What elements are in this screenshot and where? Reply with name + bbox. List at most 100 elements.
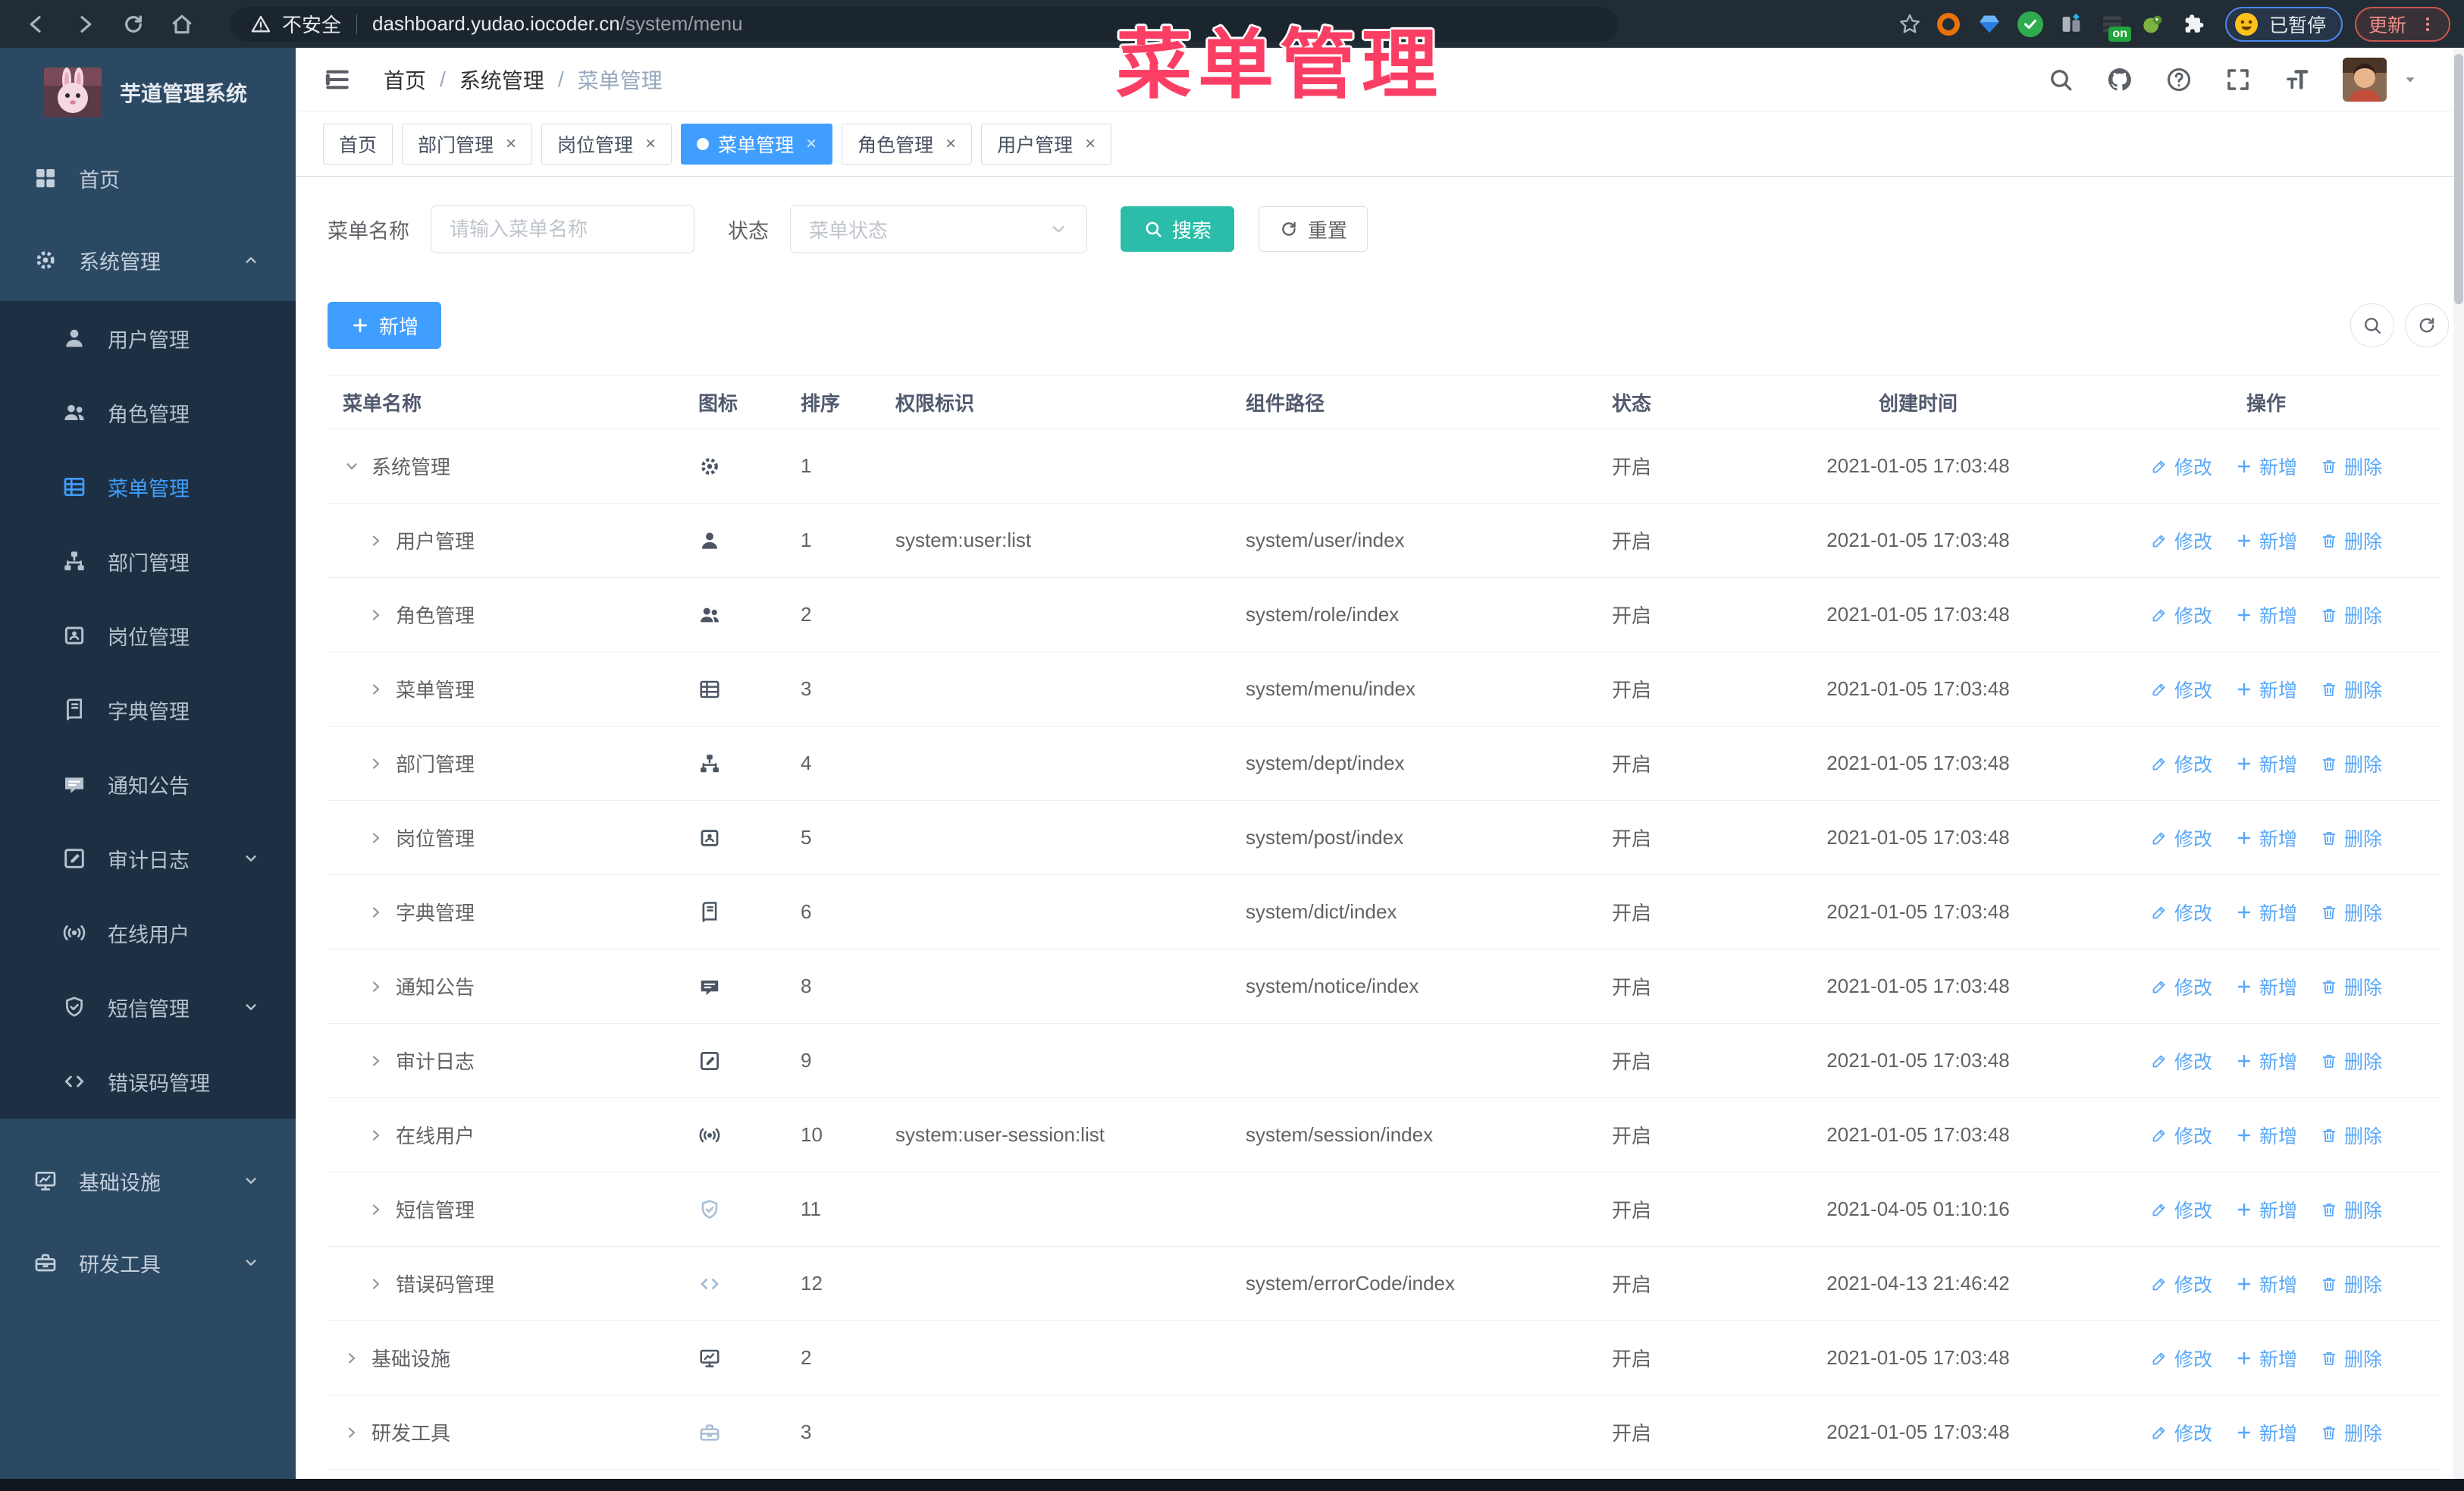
expand-row-icon[interactable] <box>343 1424 361 1442</box>
close-tab-icon[interactable]: × <box>1085 133 1096 155</box>
delete-link[interactable]: 删除 <box>2320 899 2382 926</box>
add-link[interactable]: 新增 <box>2235 1270 2297 1298</box>
sidebar-item-角色管理[interactable]: 角色管理 <box>0 375 296 450</box>
add-link[interactable]: 新增 <box>2235 824 2297 852</box>
add-button[interactable]: 新增 <box>328 302 442 349</box>
add-link[interactable]: 新增 <box>2235 899 2297 926</box>
help-icon[interactable] <box>2165 66 2193 93</box>
expand-row-icon[interactable] <box>367 829 385 847</box>
add-link[interactable]: 新增 <box>2235 750 2297 777</box>
browser-back-icon[interactable] <box>24 12 49 36</box>
close-tab-icon[interactable]: × <box>806 133 817 155</box>
delete-link[interactable]: 删除 <box>2320 1270 2382 1298</box>
expand-row-icon[interactable] <box>343 1349 361 1367</box>
add-link[interactable]: 新增 <box>2235 1345 2297 1372</box>
edit-link[interactable]: 修改 <box>2150 750 2212 777</box>
kebab-menu-icon[interactable] <box>2419 15 2437 33</box>
vertical-scrollbar[interactable] <box>2453 48 2464 1479</box>
tab-用户管理[interactable]: 用户管理 × <box>981 123 1112 165</box>
avatar-caret-down-icon[interactable] <box>2402 71 2419 88</box>
delete-link[interactable]: 删除 <box>2320 824 2382 852</box>
edit-link[interactable]: 修改 <box>2150 1345 2212 1372</box>
add-link[interactable]: 新增 <box>2235 601 2297 629</box>
edit-link[interactable]: 修改 <box>2150 1196 2212 1223</box>
sidebar-item-研发工具[interactable]: 研发工具 <box>0 1222 296 1304</box>
delete-link[interactable]: 删除 <box>2320 527 2382 554</box>
add-link[interactable]: 新增 <box>2235 1122 2297 1149</box>
extension-green-creature-icon[interactable] <box>2139 10 2168 39</box>
sidebar-item-岗位管理[interactable]: 岗位管理 <box>0 598 296 673</box>
header-search-icon[interactable] <box>2047 66 2074 93</box>
search-button[interactable]: 搜索 <box>1121 206 1235 252</box>
breadcrumb-item[interactable]: 系统管理 <box>459 64 544 95</box>
sidebar-item-基础设施[interactable]: 基础设施 <box>0 1140 296 1222</box>
browser-update-button[interactable]: 更新 <box>2354 6 2450 42</box>
browser-home-icon[interactable] <box>170 12 194 36</box>
edit-link[interactable]: 修改 <box>2150 899 2212 926</box>
sidebar-item-短信管理[interactable]: 短信管理 <box>0 970 296 1044</box>
browser-profile-chip[interactable]: 已暂停 <box>2224 6 2343 42</box>
edit-link[interactable]: 修改 <box>2150 1270 2212 1298</box>
tab-首页[interactable]: 首页 <box>323 123 393 165</box>
sidebar-item-错误码管理[interactable]: 错误码管理 <box>0 1044 296 1119</box>
user-avatar[interactable] <box>2343 57 2387 102</box>
tab-角色管理[interactable]: 角色管理 × <box>842 123 973 165</box>
delete-link[interactable]: 删除 <box>2320 750 2382 777</box>
security-label[interactable]: 不安全 <box>282 10 341 38</box>
expand-row-icon[interactable] <box>367 755 385 773</box>
delete-link[interactable]: 删除 <box>2320 1196 2382 1223</box>
sidebar-item-首页[interactable]: 首页 <box>0 137 296 219</box>
add-link[interactable]: 新增 <box>2235 453 2297 480</box>
sidebar-item-字典管理[interactable]: 字典管理 <box>0 673 296 747</box>
fullscreen-icon[interactable] <box>2224 66 2252 93</box>
font-size-icon[interactable] <box>2284 66 2311 93</box>
expand-row-icon[interactable] <box>367 606 385 624</box>
browser-reload-icon[interactable] <box>121 12 146 36</box>
add-link[interactable]: 新增 <box>2235 527 2297 554</box>
delete-link[interactable]: 删除 <box>2320 1122 2382 1149</box>
url-path[interactable]: /system/menu <box>620 12 743 36</box>
expand-row-icon[interactable] <box>367 1126 385 1144</box>
add-link[interactable]: 新增 <box>2235 676 2297 703</box>
expand-row-icon[interactable] <box>367 680 385 698</box>
add-link[interactable]: 新增 <box>2235 1196 2297 1223</box>
close-tab-icon[interactable]: × <box>645 133 656 155</box>
extension-green-check-icon[interactable] <box>2016 10 2045 39</box>
delete-link[interactable]: 删除 <box>2320 676 2382 703</box>
sidebar-item-菜单管理[interactable]: 菜单管理 <box>0 450 296 524</box>
sidebar-item-用户管理[interactable]: 用户管理 <box>0 301 296 375</box>
expand-row-icon[interactable] <box>367 978 385 996</box>
expand-row-icon[interactable] <box>367 1201 385 1219</box>
delete-link[interactable]: 删除 <box>2320 601 2382 629</box>
scrollbar-thumb[interactable] <box>2454 54 2463 304</box>
github-icon[interactable] <box>2106 66 2133 93</box>
delete-link[interactable]: 删除 <box>2320 453 2382 480</box>
sidebar-item-系统管理[interactable]: 系统管理 <box>0 219 296 301</box>
tab-部门管理[interactable]: 部门管理 × <box>402 123 533 165</box>
edit-link[interactable]: 修改 <box>2150 1122 2212 1149</box>
close-tab-icon[interactable]: × <box>506 133 516 155</box>
extensions-puzzle-icon[interactable] <box>2180 10 2209 39</box>
add-link[interactable]: 新增 <box>2235 973 2297 1000</box>
edit-link[interactable]: 修改 <box>2150 676 2212 703</box>
menu-name-input[interactable] <box>431 205 694 253</box>
close-tab-icon[interactable]: × <box>945 133 956 155</box>
sidebar-item-部门管理[interactable]: 部门管理 <box>0 524 296 598</box>
add-link[interactable]: 新增 <box>2235 1419 2297 1446</box>
expand-row-icon[interactable] <box>367 1275 385 1293</box>
toggle-search-button[interactable] <box>2350 303 2394 347</box>
delete-link[interactable]: 删除 <box>2320 1047 2382 1075</box>
extension-tabs-icon[interactable] <box>2057 10 2086 39</box>
expand-row-icon[interactable] <box>367 1052 385 1070</box>
breadcrumb-item[interactable]: 首页 <box>384 64 426 95</box>
extension-orange-ring-icon[interactable] <box>1934 10 1963 39</box>
tab-岗位管理[interactable]: 岗位管理 × <box>541 123 672 165</box>
delete-link[interactable]: 删除 <box>2320 973 2382 1000</box>
expand-row-icon[interactable] <box>367 903 385 921</box>
browser-forward-icon[interactable] <box>73 12 97 36</box>
collapse-row-icon[interactable] <box>343 457 361 476</box>
edit-link[interactable]: 修改 <box>2150 1419 2212 1446</box>
url-host[interactable]: dashboard.yudao.iocoder.cn <box>372 12 620 36</box>
edit-link[interactable]: 修改 <box>2150 824 2212 852</box>
sidebar-item-在线用户[interactable]: 在线用户 <box>0 896 296 970</box>
